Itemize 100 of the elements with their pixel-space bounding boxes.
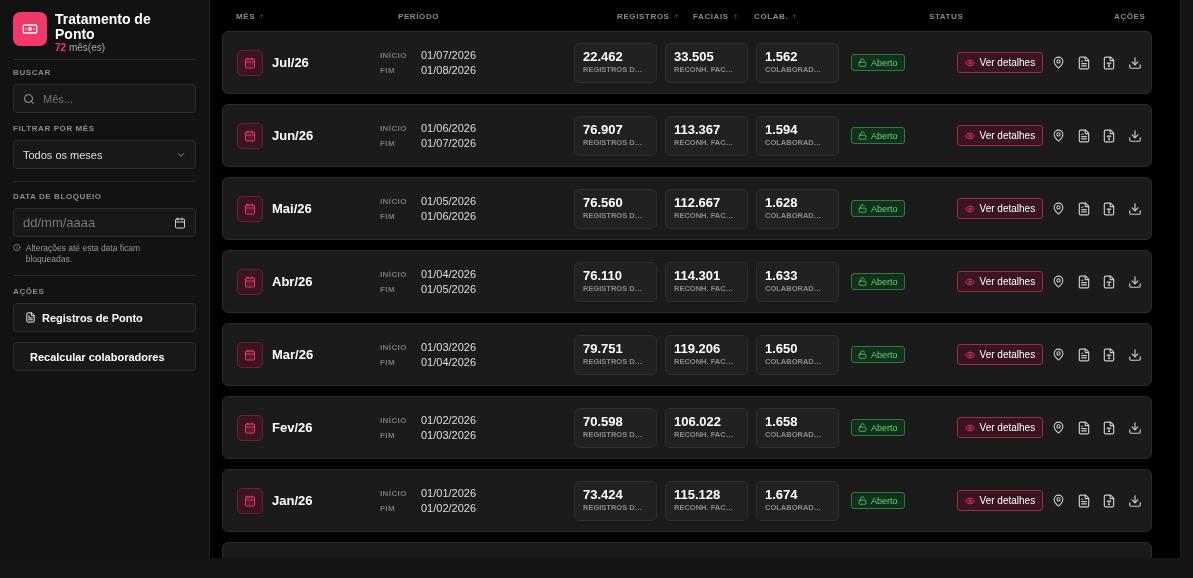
map-pin-icon[interactable] <box>1052 494 1066 507</box>
end-label: FIM <box>380 357 396 367</box>
end-date: 01/04/2026 <box>421 356 478 368</box>
search-icon <box>23 92 35 105</box>
status-badge: Aberto <box>851 273 905 290</box>
search-field[interactable]: Mês... <box>13 84 196 113</box>
sort-arrow-icon <box>791 13 799 20</box>
month-label: Mar/26 <box>272 347 314 362</box>
column-header[interactable]: REGISTROS <box>617 12 693 21</box>
month-label: Jun/26 <box>272 128 314 143</box>
section-label: DATA DE BLOQUEIO <box>13 192 103 201</box>
sort-arrow-icon <box>731 13 739 20</box>
end-date: 01/08/2026 <box>421 64 478 76</box>
end-date: 01/05/2026 <box>421 283 478 295</box>
details-button[interactable]: Ver detalhes <box>956 52 1044 73</box>
eye-icon <box>964 130 975 141</box>
start-label: INÍCIO <box>380 123 408 133</box>
file-icon[interactable] <box>1102 55 1117 70</box>
file-icon[interactable] <box>1102 347 1117 362</box>
calendar-icon <box>237 195 263 222</box>
start-label: INÍCIO <box>380 50 408 60</box>
stat-value: 1.674 <box>765 486 799 502</box>
stat-value: 115.128 <box>674 486 722 502</box>
stat-value: 119.206 <box>674 340 722 356</box>
map-pin-icon[interactable] <box>1052 275 1066 288</box>
start-date: 01/07/2026 <box>421 49 478 61</box>
stat-value: 76.110 <box>583 267 624 283</box>
end-date: 01/03/2026 <box>421 429 478 441</box>
details-button[interactable]: Ver detalhes <box>956 198 1044 219</box>
details-button[interactable]: Ver detalhes <box>956 344 1044 365</box>
map-pin-icon[interactable] <box>1052 56 1066 69</box>
document-icon[interactable] <box>1077 55 1092 70</box>
file-icon[interactable] <box>1102 493 1117 508</box>
file-icon[interactable] <box>1102 201 1117 216</box>
column-header[interactable]: FACIAIS <box>693 12 754 21</box>
document-icon[interactable] <box>1077 347 1092 362</box>
end-label: FIM <box>380 65 396 75</box>
stat-value: 70.598 <box>583 413 624 429</box>
calendar-icon <box>237 49 263 76</box>
document-icon[interactable] <box>1077 128 1092 143</box>
stat-value: 33.505 <box>674 48 715 64</box>
section-label: FILTRAR POR MÊS <box>13 124 96 133</box>
date-field[interactable]: dd/mm/aaaa <box>13 208 196 237</box>
month-count: 72 mês(es) <box>55 42 107 53</box>
action-button[interactable]: Registros de Ponto <box>13 303 196 332</box>
stat-value: 76.560 <box>583 194 624 210</box>
download-icon[interactable] <box>1128 347 1143 362</box>
column-header[interactable]: PERÍODO <box>398 12 617 21</box>
date-input[interactable]: dd/mm/aaaa <box>23 209 166 236</box>
download-icon[interactable] <box>1128 55 1143 70</box>
document-icon[interactable] <box>1077 420 1092 435</box>
details-button[interactable]: Ver detalhes <box>956 417 1044 438</box>
map-pin-icon[interactable] <box>1052 421 1066 434</box>
end-date: 01/07/2026 <box>421 137 478 149</box>
month-select[interactable]: Todos os meses <box>13 140 196 169</box>
month-label: Jan/26 <box>272 493 313 508</box>
status-badge: Aberto <box>851 419 905 436</box>
file-icon[interactable] <box>1102 274 1117 289</box>
end-date: 01/06/2026 <box>421 210 478 222</box>
stat-value: 1.562 <box>765 48 799 64</box>
map-pin-icon[interactable] <box>1052 202 1066 215</box>
document-icon[interactable] <box>1077 493 1092 508</box>
column-header[interactable]: STATUS <box>929 12 1114 21</box>
eye-icon <box>964 276 975 287</box>
download-icon[interactable] <box>1128 201 1143 216</box>
scrollbar[interactable] <box>0 558 1193 578</box>
start-date: 01/06/2026 <box>421 122 478 134</box>
download-icon[interactable] <box>1128 420 1143 435</box>
stat-value: 1.628 <box>765 194 799 210</box>
document-icon[interactable] <box>1077 274 1092 289</box>
month-label: Abr/26 <box>272 274 313 289</box>
end-label: FIM <box>380 211 396 221</box>
map-pin-icon[interactable] <box>1052 129 1066 142</box>
details-button[interactable]: Ver detalhes <box>956 125 1044 146</box>
start-label: INÍCIO <box>380 488 408 498</box>
eye-icon <box>964 495 975 506</box>
download-icon[interactable] <box>1128 274 1143 289</box>
start-date: 01/04/2026 <box>421 268 478 280</box>
file-icon[interactable] <box>1102 128 1117 143</box>
calendar-icon <box>237 414 263 441</box>
download-icon[interactable] <box>1128 493 1143 508</box>
column-header[interactable]: COLAB. <box>754 12 929 21</box>
stat-value: 114.301 <box>674 267 722 283</box>
map-pin-icon[interactable] <box>1052 348 1066 361</box>
stat-value: 106.022 <box>674 413 722 429</box>
start-date: 01/03/2026 <box>421 341 478 353</box>
details-button[interactable]: Ver detalhes <box>956 271 1044 292</box>
file-icon[interactable] <box>1102 420 1117 435</box>
column-header[interactable]: MÊS <box>236 12 398 21</box>
stat-value: 113.367 <box>674 121 722 137</box>
action-button[interactable]: Recalcular colaboradores <box>13 342 196 371</box>
details-button[interactable]: Ver detalhes <box>956 490 1044 511</box>
column-header[interactable]: AÇÕES <box>1114 12 1152 21</box>
stat-value: 22.462 <box>583 48 624 64</box>
month-label: Mai/26 <box>272 201 312 216</box>
document-icon[interactable] <box>1077 201 1092 216</box>
download-icon[interactable] <box>1128 128 1143 143</box>
scrollbar[interactable] <box>1180 0 1193 558</box>
status-badge: Aberto <box>851 200 905 217</box>
search-input[interactable]: Mês... <box>43 85 186 112</box>
